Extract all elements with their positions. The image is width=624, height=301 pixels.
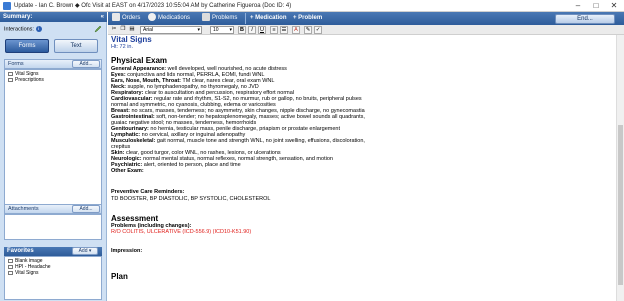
height-value: Ht: 72 in.: [111, 44, 134, 50]
vital-signs-heading: Vital Signs: [111, 35, 152, 44]
forms-tab[interactable]: Forms: [5, 39, 49, 53]
attachments-list: [4, 214, 102, 240]
exam-line-label: Other Exam:: [111, 168, 144, 174]
summary-header: Summary: «: [0, 12, 107, 22]
plan-heading: Plan: [111, 272, 128, 281]
bold-button[interactable]: B: [238, 26, 246, 34]
orders-icon: [112, 13, 120, 22]
main-toolbar: Orders Medications Problems + Medication…: [108, 12, 624, 25]
underline-button[interactable]: U: [258, 26, 266, 34]
color-icon[interactable]: A: [292, 26, 300, 34]
favorites-add-button[interactable]: Add ▾: [72, 247, 98, 255]
vertical-scrollbar[interactable]: [616, 35, 624, 301]
info-icon[interactable]: i: [35, 26, 42, 32]
interactions-label: Interactions:: [4, 26, 34, 33]
form-icon: [8, 264, 13, 269]
exam-line-text: alert, oriented to person, place and tim…: [142, 162, 241, 168]
end-button[interactable]: End...: [555, 14, 615, 24]
medications-button[interactable]: Medications: [148, 13, 190, 24]
image-icon: [8, 258, 13, 263]
impression-label: Impression:: [111, 248, 143, 254]
align-icon[interactable]: ☰: [280, 26, 288, 34]
attachments-title: Attachments: [8, 206, 39, 212]
pencil-icon[interactable]: [94, 25, 102, 33]
add-problem-button[interactable]: + Problem: [293, 13, 322, 24]
app-icon: [3, 2, 11, 10]
collapse-icon[interactable]: «: [101, 12, 104, 22]
interactions-row: Interactions: i: [4, 26, 42, 32]
orders-button[interactable]: Orders: [112, 13, 140, 24]
title-bar: Update - Ian C. Brown ◆ Ofc Visit at EAS…: [0, 0, 624, 12]
add-medication-button[interactable]: + Medication: [250, 13, 287, 24]
list-item[interactable]: Prescriptions: [5, 77, 101, 83]
bullets-icon[interactable]: ≡: [270, 26, 278, 34]
chevron-down-icon: ▾: [197, 27, 200, 33]
list-item[interactable]: Vital Signs: [5, 270, 101, 276]
form-icon: [8, 270, 13, 275]
font-size-select[interactable]: 10 ▾: [210, 26, 234, 34]
exam-line: Other Exam:: [111, 168, 144, 174]
document-editor[interactable]: Vital Signs Ht: 72 in. Physical Exam Gen…: [108, 35, 616, 301]
favorites-list: Blank image HPI - Headache Vital Signs: [4, 256, 102, 300]
italic-button[interactable]: I: [248, 26, 256, 34]
favorites-title: Favorites: [7, 248, 34, 254]
cut-icon[interactable]: ✂: [110, 26, 118, 34]
forms-tab-label: Forms: [18, 43, 36, 49]
summary-title: Summary:: [3, 14, 33, 20]
assessment-heading: Assessment: [111, 214, 159, 223]
exam-line-text: gait normal, muscle tone and strength WN…: [155, 138, 365, 144]
font-select[interactable]: Arial ▾: [140, 26, 202, 34]
left-panel: Summary: « Interactions: i Forms Text Fo…: [0, 12, 107, 301]
close-button[interactable]: ✕: [606, 0, 622, 12]
spellcheck-icon[interactable]: ✓: [314, 26, 322, 34]
preventive-text: TD BOOSTER, BP DIASTOLIC, BP SYSTOLIC, C…: [111, 196, 271, 202]
medications-icon: [148, 13, 156, 22]
toolbar-divider: [245, 13, 246, 24]
forms-section-title: Forms: [8, 61, 24, 67]
forms-add-button[interactable]: Add...: [72, 60, 100, 68]
highlight-icon[interactable]: ✎: [304, 26, 312, 34]
window-title: Update - Ian C. Brown ◆ Ofc Visit at EAS…: [14, 3, 292, 9]
dropdown-arrow-icon: ▾: [88, 248, 92, 254]
form-icon: [8, 77, 13, 82]
paste-icon[interactable]: ▤: [128, 26, 136, 34]
preventive-heading: Preventive Care Reminders:: [111, 189, 185, 195]
text-tab[interactable]: Text: [54, 39, 98, 53]
problems-button[interactable]: Problems: [202, 13, 237, 24]
form-icon: [8, 71, 13, 76]
exam-line: Musculoskeletal: gait normal, muscle ton…: [111, 138, 365, 144]
attachments-add-button[interactable]: Add...: [72, 205, 100, 213]
physical-exam-heading: Physical Exam: [111, 56, 168, 65]
problems-icon: [202, 13, 210, 22]
forms-list: Vital Signs Prescriptions: [4, 69, 102, 209]
minimize-button[interactable]: –: [570, 0, 586, 12]
scrollbar-thumb[interactable]: [618, 125, 623, 285]
maximize-button[interactable]: □: [588, 0, 604, 12]
copy-icon[interactable]: ❐: [119, 26, 127, 34]
text-tab-label: Text: [70, 43, 82, 49]
problem-entry[interactable]: R/O COLITIS, ULCERATIVE (ICD-556.9) (ICD…: [111, 229, 251, 235]
chevron-down-icon: ▾: [229, 27, 232, 33]
format-toolbar: ✂ ❐ ▤ Arial ▾ 10 ▾ B I U ≡ ☰ A ✎ ✓: [108, 25, 624, 35]
